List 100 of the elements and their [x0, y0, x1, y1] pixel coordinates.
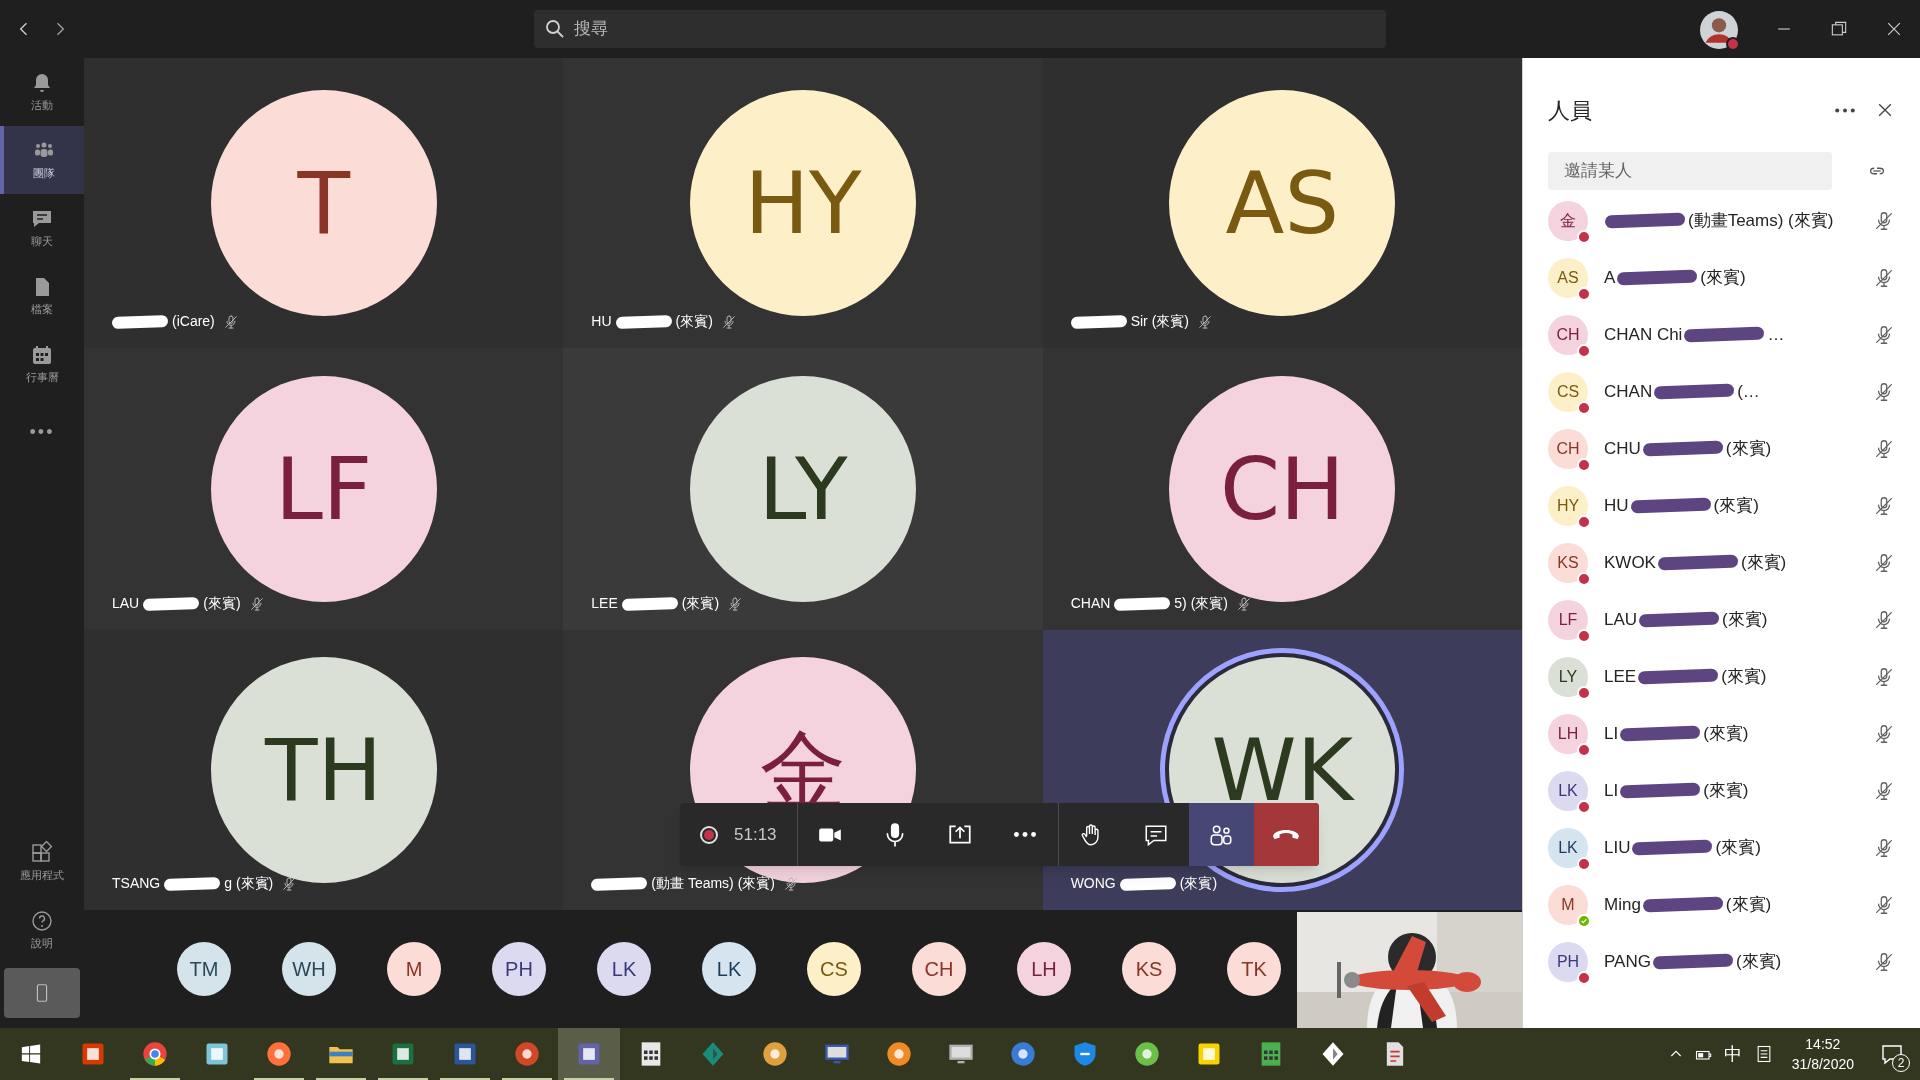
participant-avatar: LY	[1548, 656, 1588, 697]
participant-avatar[interactable]: CH	[912, 942, 966, 996]
rail-item[interactable]: 說明	[0, 896, 84, 964]
hangup-button[interactable]	[1253, 803, 1319, 866]
windows-start-icon[interactable]	[20, 1043, 42, 1065]
participant-avatar[interactable]: M	[387, 942, 441, 996]
participant-row[interactable]: PH PANG (來賓)	[1523, 933, 1920, 990]
participant-avatar: T	[210, 90, 437, 316]
participant-name: (來賓)	[1715, 836, 1761, 859]
participant-name: (動畫Teams) (來賓)	[1688, 209, 1834, 232]
participant-avatar: AS	[1548, 257, 1588, 298]
participant-avatar[interactable]: PH	[492, 942, 546, 996]
invite-field[interactable]: 邀請某人	[1548, 152, 1832, 190]
more-icon[interactable]	[1835, 107, 1855, 113]
participant-name: (來賓)	[1725, 437, 1772, 460]
participant-name: LAU	[112, 594, 140, 613]
participant-avatar: 金	[1548, 200, 1588, 241]
rail-item[interactable]: 應用程式	[0, 828, 84, 896]
participant-name: LIU	[1604, 836, 1631, 859]
participant-avatar: LH	[1548, 713, 1588, 754]
participant-avatar[interactable]: TK	[1227, 942, 1281, 996]
participant-name: (來賓)	[1740, 551, 1787, 574]
app-icon	[1009, 1040, 1037, 1068]
participant-name: LAU	[1604, 608, 1638, 631]
participant-name: (來賓)	[1722, 608, 1768, 631]
participant-row[interactable]: LY LEE (來賓)	[1523, 648, 1920, 705]
participant-row[interactable]: CS CHAN (…	[1523, 363, 1920, 420]
participant-avatar: KS	[1548, 542, 1588, 583]
notification-count: 2	[1892, 1054, 1910, 1072]
help-icon	[30, 908, 54, 933]
participant-avatar[interactable]: WH	[282, 942, 336, 996]
participant-name: (來賓)	[1703, 722, 1749, 745]
participant-avatar: CH	[1548, 314, 1588, 355]
app-icon	[513, 1040, 541, 1068]
app-icon	[1133, 1040, 1161, 1068]
hangup-icon	[1273, 830, 1300, 839]
panel-title: 人員	[1548, 96, 1593, 125]
participant-row[interactable]: 金 (動畫Teams) (來賓)	[1523, 192, 1920, 249]
participant-row[interactable]: LH LI (來賓)	[1523, 705, 1920, 762]
participant-name: HU	[591, 312, 612, 331]
participant-row[interactable]: AS A (來賓)	[1523, 249, 1920, 306]
rail-item[interactable]: 團隊	[0, 126, 84, 194]
participant-avatar[interactable]: CS	[807, 942, 861, 996]
participant-avatar: CS	[1548, 371, 1588, 412]
participant-row[interactable]: LK LIU (來賓)	[1523, 819, 1920, 876]
notification-icon	[1880, 1042, 1904, 1066]
redaction-mark	[1114, 596, 1171, 611]
rail-item[interactable]: 聊天	[0, 194, 84, 262]
participant-name: PANG	[1604, 950, 1651, 973]
participant-name: …	[1767, 323, 1785, 346]
rail-item[interactable]: •••	[0, 398, 84, 466]
input-method-button[interactable]: 中	[1723, 1040, 1742, 1068]
participant-name: CHAN	[1604, 380, 1653, 403]
redaction-mark	[143, 596, 200, 611]
participant-avatar[interactable]: KS	[1122, 942, 1176, 996]
participant-name: LI	[1604, 722, 1619, 745]
call-timer: 51:13	[734, 823, 777, 846]
participant-row[interactable]: HY HU (來賓)	[1523, 477, 1920, 534]
participant-row[interactable]: LK LI (來賓)	[1523, 762, 1920, 819]
participant-row[interactable]: CH CHAN Chi …	[1523, 306, 1920, 363]
redaction-mark	[591, 876, 648, 891]
participant-name: (來賓)	[1721, 665, 1767, 688]
participant-name: (來賓)	[1179, 874, 1218, 893]
participant-row[interactable]: LF LAU (來賓)	[1523, 591, 1920, 648]
participant-avatar[interactable]: LK	[597, 942, 651, 996]
participant-avatar[interactable]: LK	[702, 942, 756, 996]
clock-button[interactable]: 14:52 31/8/2020	[1791, 1034, 1854, 1074]
redaction-mark	[1119, 876, 1176, 891]
participant-name: LEE	[591, 594, 618, 613]
participant-avatar: LF	[1548, 599, 1588, 640]
participant-name: (來賓)	[1735, 950, 1782, 973]
app-icon	[265, 1040, 293, 1068]
participant-row[interactable]: KS KWOK (來賓)	[1523, 534, 1920, 591]
notification-button[interactable]: 2	[1872, 1034, 1912, 1074]
apps-icon	[30, 840, 54, 865]
participant-row[interactable]: CH CHU (來賓)	[1523, 420, 1920, 477]
taskbar-app-button[interactable]	[558, 1028, 620, 1080]
rail-item[interactable]: 行事曆	[0, 330, 84, 398]
participant-name: (來賓)	[1725, 893, 1772, 916]
participant-row[interactable]: M Ming (來賓)	[1523, 876, 1920, 933]
participant-name: HU	[1604, 494, 1629, 517]
participant-name: KWOK	[1604, 551, 1656, 574]
profile-avatar[interactable]	[1700, 11, 1738, 49]
rail-item[interactable]: 活動	[0, 58, 84, 126]
participant-name: (…	[1737, 380, 1760, 403]
participant-avatar[interactable]: TM	[177, 942, 231, 996]
rail-item[interactable]: 檔案	[0, 262, 84, 330]
people-button[interactable]	[1188, 803, 1254, 866]
participant-name: (來賓)	[1703, 779, 1749, 802]
more-icon	[1014, 832, 1037, 837]
app-icon	[761, 1040, 789, 1068]
participant-name: CHAN	[1070, 594, 1111, 613]
search-icon	[546, 20, 564, 38]
participant-name: CHAN Chi	[1604, 323, 1683, 346]
participant-avatar[interactable]: LH	[1017, 942, 1071, 996]
participant-name: (來賓)	[1713, 494, 1759, 517]
search-field[interactable]: 搜尋	[534, 10, 1386, 48]
app-icon	[141, 1040, 169, 1068]
participant-name: LEE	[1604, 665, 1637, 688]
participant-name: Ming	[1604, 893, 1641, 916]
